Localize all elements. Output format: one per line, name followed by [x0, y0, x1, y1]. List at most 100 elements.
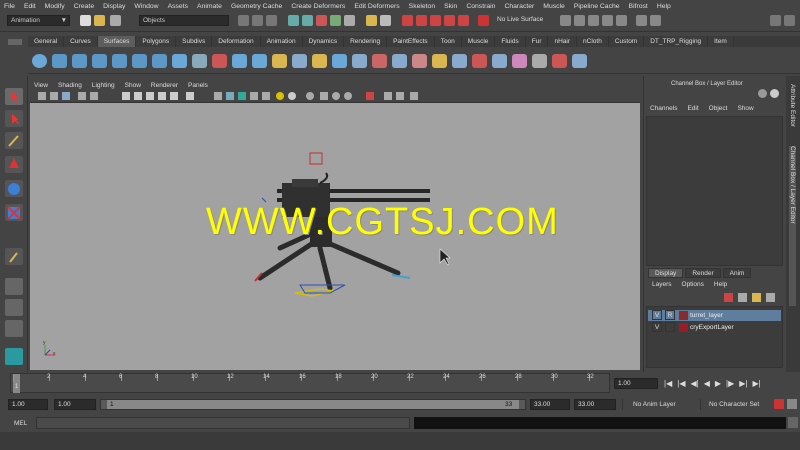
menu-create-deformers[interactable]: Create Deformers — [291, 3, 345, 10]
command-input[interactable] — [36, 417, 410, 429]
shelf-tab-rendering[interactable]: Rendering — [344, 36, 388, 47]
magnet-icon[interactable] — [478, 15, 489, 26]
revolve-icon[interactable] — [172, 54, 187, 68]
playback-start-field[interactable]: 1.00 — [54, 399, 96, 410]
current-frame-field[interactable]: 1.00 — [614, 378, 658, 389]
channel-menu-edit[interactable]: Edit — [687, 105, 698, 112]
go-to-end-icon[interactable]: ▶| — [752, 379, 760, 388]
preferences-icon[interactable] — [787, 399, 797, 409]
single-view-icon[interactable] — [5, 278, 23, 295]
shelf-tab-dt-trp-rigging[interactable]: DT_TRP_Rigging — [644, 36, 709, 47]
square-surface-icon[interactable] — [292, 54, 307, 68]
nurbs-sphere-icon[interactable] — [32, 54, 47, 68]
menu-assets[interactable]: Assets — [168, 3, 188, 10]
ambient-occlusion-icon[interactable] — [306, 92, 314, 100]
viewport-menu-show[interactable]: Show — [125, 82, 141, 89]
shelf-tab-polygons[interactable]: Polygons — [136, 36, 177, 47]
field-chart-icon[interactable] — [158, 92, 166, 100]
shelf-tab-subdivs[interactable]: Subdivs — [176, 36, 213, 47]
backface-icon[interactable] — [410, 92, 418, 100]
safe-action-icon[interactable] — [170, 92, 178, 100]
play-backward-icon[interactable]: ◀ — [704, 379, 710, 388]
move-tool-icon[interactable] — [5, 156, 23, 173]
bevel-plus-icon[interactable] — [332, 54, 347, 68]
layer-tab-display[interactable]: Display — [648, 268, 684, 278]
select-surface-icon[interactable] — [330, 15, 341, 26]
camera-select-icon[interactable] — [38, 92, 46, 100]
snap-grid-icon[interactable] — [402, 15, 413, 26]
auto-key-icon[interactable] — [774, 399, 784, 409]
history-icon[interactable] — [560, 15, 571, 26]
select-deform-icon[interactable] — [344, 15, 355, 26]
layer-delete-icon[interactable] — [766, 293, 775, 302]
bookmark-icon[interactable] — [62, 92, 70, 100]
viewport-menu-lighting[interactable]: Lighting — [92, 82, 115, 89]
anti-alias-icon[interactable] — [332, 92, 340, 100]
extrude-icon[interactable] — [232, 54, 247, 68]
motion-blur-icon[interactable] — [320, 92, 328, 100]
shelf-tab-ncloth[interactable]: nCloth — [577, 36, 609, 47]
layer-render-toggle[interactable] — [665, 322, 675, 332]
hierarchy-icon[interactable] — [238, 15, 249, 26]
menu-skin[interactable]: Skin — [444, 3, 457, 10]
layer-color-swatch[interactable] — [679, 311, 688, 320]
layer-tab-render[interactable]: Render — [685, 268, 721, 278]
menu-character[interactable]: Character — [504, 3, 534, 10]
step-back-icon[interactable]: ◀| — [690, 379, 698, 388]
channel-menu-channels[interactable]: Channels — [650, 105, 677, 112]
toggle-channel-icon[interactable] — [784, 15, 795, 26]
maya-logo-icon[interactable] — [5, 348, 23, 365]
render-settings-icon[interactable] — [616, 15, 627, 26]
rebuild-surface-icon[interactable] — [532, 54, 547, 68]
range-slider-handle[interactable] — [107, 400, 519, 409]
nurbs-cone-icon[interactable] — [92, 54, 107, 68]
select-handle-icon[interactable] — [288, 15, 299, 26]
menu-set-dropdown[interactable]: Animation ▼ — [7, 15, 70, 26]
new-layer-selected-icon[interactable] — [738, 293, 747, 302]
menu-help[interactable]: Help — [657, 3, 671, 10]
extend-surface-icon[interactable] — [492, 54, 507, 68]
shelf-tab-deformation[interactable]: Deformation — [212, 36, 261, 47]
snap-curve-icon[interactable] — [416, 15, 427, 26]
planar-icon[interactable] — [212, 54, 227, 68]
trim-tool-icon[interactable] — [392, 54, 407, 68]
select-curve-icon[interactable] — [316, 15, 327, 26]
hypershade-icon[interactable] — [636, 15, 647, 26]
channel-box-tab[interactable]: Channel Box / Layer Editor — [789, 146, 796, 306]
channel-menu-show[interactable]: Show — [737, 105, 753, 112]
lasso-tool-icon[interactable] — [5, 110, 23, 127]
start-time-field[interactable]: 1.00 — [8, 399, 48, 410]
shelf-tab-curves[interactable]: Curves — [64, 36, 98, 47]
input-line-icon[interactable] — [650, 15, 661, 26]
layer-visibility-toggle[interactable]: V — [652, 310, 662, 320]
project-curve-icon[interactable] — [372, 54, 387, 68]
menu-muscle[interactable]: Muscle — [543, 3, 565, 10]
shelf-tab-painteffects[interactable]: PaintEffects — [387, 36, 435, 47]
snap-live-icon[interactable] — [458, 15, 469, 26]
boundary-icon[interactable] — [272, 54, 287, 68]
step-forward-key-icon[interactable]: ▶| — [739, 379, 747, 388]
playback-end-field[interactable]: 33.00 — [530, 399, 570, 410]
layer-row[interactable]: V Rturret_layer — [648, 310, 781, 321]
surface-editing-icon[interactable] — [572, 54, 587, 68]
ipr-icon[interactable] — [602, 15, 613, 26]
command-language-label[interactable]: MEL — [14, 420, 27, 427]
step-back-key-icon[interactable]: |◀ — [677, 379, 685, 388]
shelf-tab-custom[interactable]: Custom — [608, 36, 645, 47]
grid-toggle-icon[interactable] — [90, 92, 98, 100]
highlight-icon[interactable] — [380, 15, 391, 26]
time-slider[interactable]: 1 2 4 6 8 10 12 14 16 18 20 22 24 26 28 30 32 — [10, 373, 610, 393]
nurbs-plane-icon[interactable] — [112, 54, 127, 68]
camera-attr-icon[interactable] — [50, 92, 58, 100]
save-scene-icon[interactable] — [110, 15, 121, 26]
channel-box-icon-1[interactable] — [758, 89, 767, 98]
new-scene-icon[interactable] — [80, 15, 91, 26]
viewport-menu-shading[interactable]: Shading — [58, 82, 82, 89]
snap-view-icon[interactable] — [444, 15, 455, 26]
rotate-tool-icon[interactable] — [5, 180, 23, 197]
offset-surface-icon[interactable] — [512, 54, 527, 68]
layer-menu-options[interactable]: Options — [682, 281, 704, 288]
shelf-tab-fur[interactable]: Fur — [525, 36, 549, 47]
use-lights-icon[interactable] — [262, 92, 270, 100]
shelf-tab-fluids[interactable]: Fluids — [495, 36, 526, 47]
